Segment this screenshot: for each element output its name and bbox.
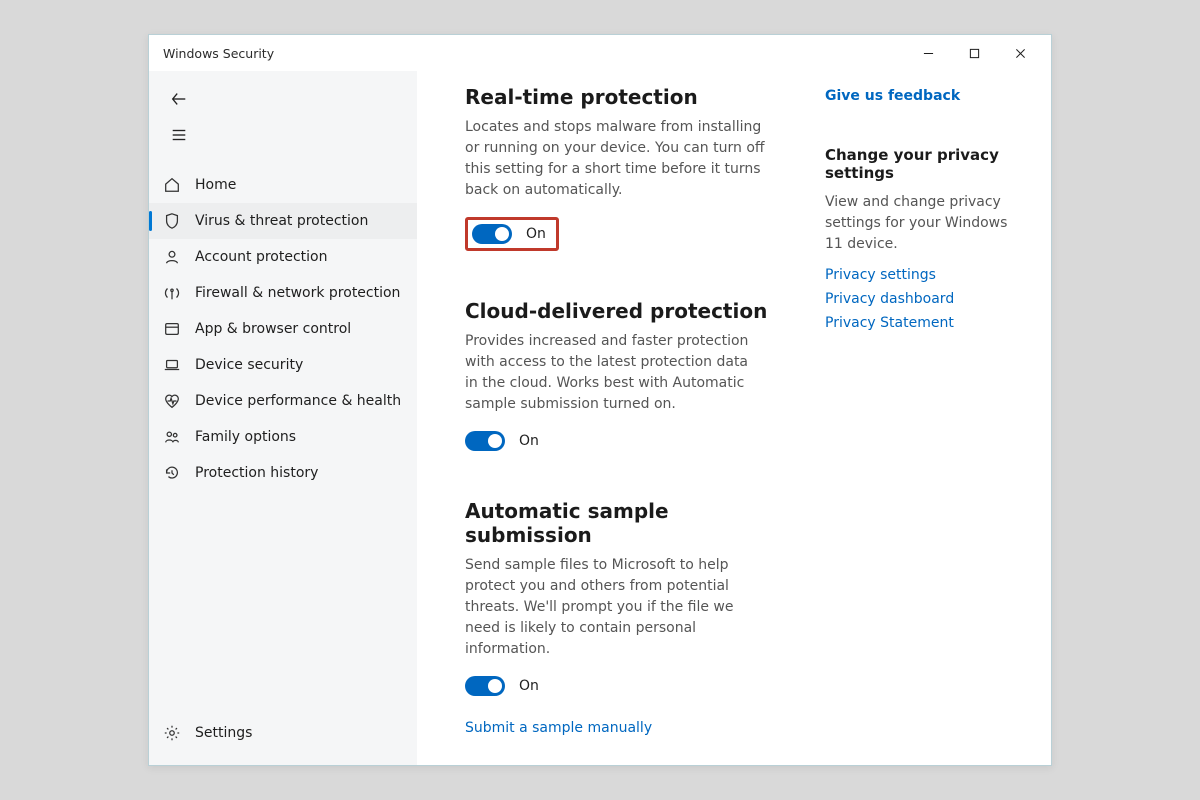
section-desc: Locates and stops malware from installin… bbox=[465, 117, 765, 201]
sidebar-item-home[interactable]: Home bbox=[149, 167, 417, 203]
window-title: Windows Security bbox=[163, 46, 274, 61]
privacy-heading: Change your privacy settings bbox=[825, 146, 1027, 182]
history-icon bbox=[163, 464, 181, 482]
sidebar-item-device-security[interactable]: Device security bbox=[149, 347, 417, 383]
content-scroll[interactable]: Real-time protection Locates and stops m… bbox=[417, 71, 817, 765]
window-root: Windows Security bbox=[148, 34, 1052, 766]
cloud-toggle[interactable] bbox=[465, 431, 505, 451]
heart-pulse-icon bbox=[163, 392, 181, 410]
person-icon bbox=[163, 248, 181, 266]
privacy-dashboard-link[interactable]: Privacy dashboard bbox=[825, 291, 1027, 307]
privacy-desc: View and change privacy settings for you… bbox=[825, 192, 1027, 255]
toggle-state-label: On bbox=[519, 678, 539, 694]
sidebar-item-label: Device performance & health bbox=[195, 393, 401, 409]
main-area: Real-time protection Locates and stops m… bbox=[417, 71, 1051, 765]
maximize-icon bbox=[969, 48, 980, 59]
hamburger-button[interactable] bbox=[159, 117, 199, 153]
toggle-state-label: On bbox=[526, 226, 546, 242]
sidebar-item-firewall[interactable]: Firewall & network protection bbox=[149, 275, 417, 311]
sidebar-item-label: Protection history bbox=[195, 465, 318, 481]
people-icon bbox=[163, 428, 181, 446]
app-window-icon bbox=[163, 320, 181, 338]
section-desc: Send sample files to Microsoft to help p… bbox=[465, 555, 765, 660]
section-title: Real-time protection bbox=[465, 85, 779, 109]
sidebar-item-label: App & browser control bbox=[195, 321, 351, 337]
privacy-statement-link[interactable]: Privacy Statement bbox=[825, 315, 1027, 331]
right-column: Give us feedback Change your privacy set… bbox=[817, 71, 1051, 765]
minimize-icon bbox=[923, 48, 934, 59]
minimize-button[interactable] bbox=[905, 35, 951, 71]
sidebar-item-label: Firewall & network protection bbox=[195, 285, 400, 301]
gear-icon bbox=[163, 724, 181, 742]
section-realtime: Real-time protection Locates and stops m… bbox=[465, 85, 779, 251]
section-desc: Provides increased and faster protection… bbox=[465, 331, 765, 415]
sidebar-item-label: Virus & threat protection bbox=[195, 213, 368, 229]
titlebar: Windows Security bbox=[149, 35, 1051, 71]
section-title: Automatic sample submission bbox=[465, 499, 779, 547]
laptop-icon bbox=[163, 356, 181, 374]
close-icon bbox=[1015, 48, 1026, 59]
sidebar-item-performance[interactable]: Device performance & health bbox=[149, 383, 417, 419]
sample-toggle[interactable] bbox=[465, 676, 505, 696]
section-sample: Automatic sample submission Send sample … bbox=[465, 499, 779, 736]
feedback-link[interactable]: Give us feedback bbox=[825, 88, 960, 104]
section-cloud: Cloud-delivered protection Provides incr… bbox=[465, 299, 779, 451]
home-icon bbox=[163, 176, 181, 194]
sidebar-item-settings[interactable]: Settings bbox=[149, 713, 417, 753]
sidebar-item-label: Settings bbox=[195, 725, 252, 741]
sidebar-item-virus[interactable]: Virus & threat protection bbox=[149, 203, 417, 239]
antenna-icon bbox=[163, 284, 181, 302]
realtime-toggle[interactable] bbox=[472, 224, 512, 244]
back-button[interactable] bbox=[159, 81, 199, 117]
maximize-button[interactable] bbox=[951, 35, 997, 71]
privacy-link-list: Privacy settings Privacy dashboard Priva… bbox=[825, 267, 1027, 331]
close-button[interactable] bbox=[997, 35, 1043, 71]
sidebar-item-label: Home bbox=[195, 177, 236, 193]
nav-list: Home Virus & threat protection Account p… bbox=[149, 167, 417, 491]
sidebar-item-family[interactable]: Family options bbox=[149, 419, 417, 455]
back-arrow-icon bbox=[170, 90, 188, 108]
sidebar: Home Virus & threat protection Account p… bbox=[149, 71, 417, 765]
window-body: Home Virus & threat protection Account p… bbox=[149, 71, 1051, 765]
sidebar-item-label: Account protection bbox=[195, 249, 328, 265]
sidebar-item-history[interactable]: Protection history bbox=[149, 455, 417, 491]
hamburger-icon bbox=[170, 126, 188, 144]
sidebar-item-app-browser[interactable]: App & browser control bbox=[149, 311, 417, 347]
toggle-state-label: On bbox=[519, 433, 539, 449]
sidebar-item-label: Device security bbox=[195, 357, 303, 373]
shield-icon bbox=[163, 212, 181, 230]
submit-sample-link[interactable]: Submit a sample manually bbox=[465, 720, 652, 736]
section-title: Cloud-delivered protection bbox=[465, 299, 779, 323]
highlight-callout: On bbox=[465, 217, 559, 251]
privacy-settings-link[interactable]: Privacy settings bbox=[825, 267, 1027, 283]
sidebar-item-account[interactable]: Account protection bbox=[149, 239, 417, 275]
sidebar-item-label: Family options bbox=[195, 429, 296, 445]
